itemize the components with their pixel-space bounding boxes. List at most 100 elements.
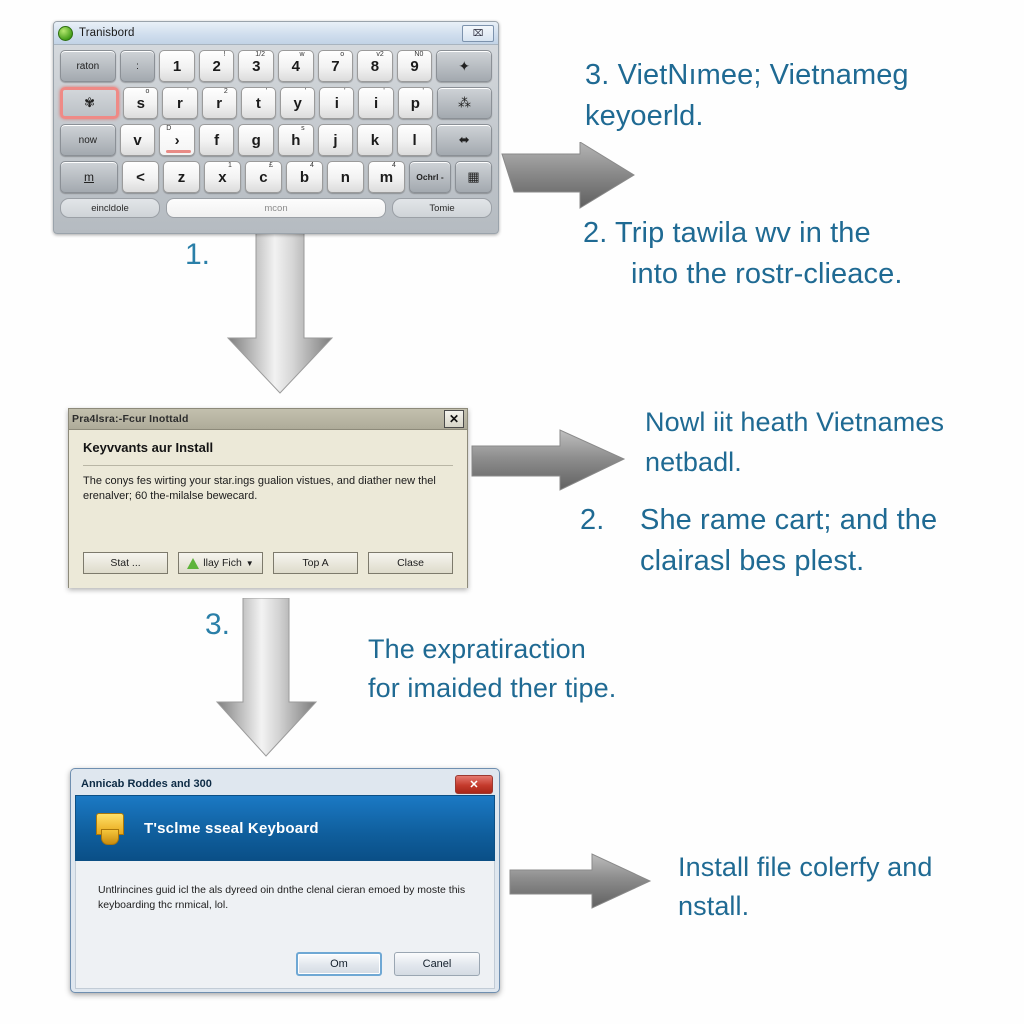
cancel-button[interactable]: Canel (394, 952, 480, 976)
key-tomie[interactable]: Tomie (392, 198, 492, 218)
close-icon[interactable]: ✕ (455, 774, 493, 794)
annotation-line-1: The expratiraction (368, 634, 586, 664)
keyboard-row-1: raton : 1 ! 2 1/2 3 w4 o7 v2 8 N0 9 ✦ (54, 50, 498, 82)
uac-dialog-titlebar: Annicab Roddes and 300 ✕ (75, 773, 495, 795)
start-button[interactable]: Stat ... (83, 552, 168, 574)
key-raton[interactable]: raton (60, 50, 116, 82)
key-now[interactable]: now (60, 124, 116, 156)
language-key-icon[interactable]: ⁂ (436, 87, 493, 119)
key-j[interactable]: j (317, 124, 354, 156)
annotation-line-1: Install file colerfy and (678, 852, 933, 882)
numpad-toggle-icon[interactable]: ▦ (455, 161, 493, 193)
uac-content: Untlrincines guid icl the als dyreed oin… (75, 861, 495, 989)
key-l[interactable]: l (396, 124, 433, 156)
key-2[interactable]: ! 2 (198, 50, 235, 82)
key-label: z (177, 168, 186, 186)
annotation-line-2: for imaided ther tipe. (368, 673, 617, 703)
key-v[interactable]: v (119, 124, 156, 156)
uac-banner-title: T'sclme sseal Keyboard (144, 819, 319, 837)
annotation-line-2: clairasl bes plest. (640, 545, 865, 577)
minimize-button[interactable]: ⌧ (462, 24, 494, 42)
backspace-key-icon[interactable]: ✦ (436, 50, 493, 82)
key-label: l (412, 131, 417, 149)
key-8[interactable]: v2 8 (357, 50, 393, 82)
key-h[interactable]: sh (278, 124, 314, 156)
key-f[interactable]: f (198, 124, 235, 156)
install-dialog-buttons: Stat ... llay Fich ▼ Top A Clase (83, 552, 453, 574)
key-4[interactable]: w4 (278, 50, 314, 82)
key-g[interactable]: g (238, 124, 275, 156)
install-dialog[interactable]: Pra4lsra:-Fcur Inottald ✕ Keyvvants aur … (68, 408, 468, 588)
key-highlighted-arrow[interactable]: D › (159, 124, 195, 156)
annotation-top-right: 3. VietNımee; Vietnameg keyoerld. (585, 55, 1005, 137)
key-superscript: 4 (309, 162, 314, 169)
key-ochrl[interactable]: Ochrl - (408, 161, 452, 193)
key-k[interactable]: k (357, 124, 393, 156)
key-s[interactable]: os (123, 87, 159, 119)
key-superscript: £ (269, 162, 273, 169)
key-i-a[interactable]: ' i (319, 87, 355, 119)
key-label: g (251, 131, 261, 149)
install-dialog-titlebar: Pra4lsra:-Fcur Inottald ✕ (69, 409, 467, 430)
top-button[interactable]: Top A (273, 552, 358, 574)
key-r-a[interactable]: ' r (162, 87, 198, 119)
annotation-line-2: into the rostr-clieace. (631, 258, 903, 290)
confirm-button[interactable]: Om (296, 952, 382, 976)
key-7[interactable]: o7 (317, 50, 354, 82)
key-m[interactable]: 4m (367, 161, 405, 193)
key-superscript: s (301, 125, 305, 132)
key-n[interactable]: n (326, 161, 364, 193)
button-label: Om (330, 958, 348, 970)
key-label: h (291, 131, 301, 149)
key-i-b[interactable]: ' i (358, 87, 394, 119)
shift-key[interactable]: m (60, 161, 118, 193)
shield-icon (92, 811, 126, 845)
key-label: r (216, 94, 223, 112)
key-lessthan[interactable]: < (121, 161, 159, 193)
key-label: ⁂ (457, 95, 471, 110)
keyboard-bottom-row: eincldole mcon Tomie (54, 198, 498, 218)
key-superscript: ! (223, 51, 226, 58)
key-colon[interactable]: : (119, 50, 156, 82)
key-label: now (78, 134, 98, 146)
key-x[interactable]: 1x (203, 161, 241, 193)
keyboard-row-2: ✾ os ' r 2r ' t ' y ' i ' i ' p ⁂ (54, 87, 498, 119)
uac-paragraph: Untlrincines guid icl the als dyreed oin… (98, 884, 466, 911)
key-superscript: ' (344, 88, 346, 95)
key-y[interactable]: ' y (280, 87, 316, 119)
key-superscript: ' (265, 88, 268, 95)
close-icon[interactable]: ✕ (444, 410, 464, 428)
key-p[interactable]: ' p (397, 87, 433, 119)
onscreen-keyboard-window[interactable]: Tranisbord ⌧ raton : 1 ! 2 1/2 3 w4 o7 v2 8… (53, 21, 499, 234)
key-9[interactable]: N0 9 (396, 50, 433, 82)
key-superscript: ' (304, 88, 307, 95)
key-label: ▦ (467, 169, 480, 184)
install-dialog-body: Keyvvants aur Install The conys fes wirt… (69, 430, 467, 588)
key-superscript: 4 (391, 162, 396, 169)
key-3[interactable]: 1/2 3 (238, 50, 275, 82)
key-1[interactable]: 1 (159, 50, 195, 82)
key-z[interactable]: z (162, 161, 200, 193)
key-superscript: 1 (228, 162, 232, 169)
run-dropdown-button[interactable]: llay Fich ▼ (178, 552, 263, 574)
arrow-right-1 (501, 142, 635, 209)
key-selected-mode[interactable]: ✾ (60, 87, 120, 119)
annotation-line-2: netbadl. (645, 447, 742, 477)
annotation-mid-right-a: Nowl iit heath Vietnames netbadl. (645, 402, 1015, 482)
close-button[interactable]: Clase (368, 552, 453, 574)
key-label: x (218, 168, 227, 186)
key-encidole[interactable]: eincldole (60, 198, 160, 218)
uac-dialog[interactable]: Annicab Roddes and 300 ✕ T'sclme sseal K… (70, 768, 500, 993)
key-label: 8 (370, 57, 380, 75)
key-r-b[interactable]: 2r (201, 87, 237, 119)
key-b[interactable]: 4b (285, 161, 323, 193)
key-t[interactable]: ' t (240, 87, 277, 119)
key-c[interactable]: £ c (244, 161, 282, 193)
arrow-right-2 (471, 429, 626, 491)
shield-icon (187, 557, 200, 569)
annotation-center: The expratiraction for imaided ther tipe… (368, 630, 728, 708)
annotation-bottom-right: Install file colerfy and nstall. (678, 848, 1018, 926)
space-key[interactable]: mcon (166, 198, 386, 218)
key-superscript: N0 (414, 51, 424, 58)
enter-key-icon[interactable]: ⬌ (436, 124, 493, 156)
